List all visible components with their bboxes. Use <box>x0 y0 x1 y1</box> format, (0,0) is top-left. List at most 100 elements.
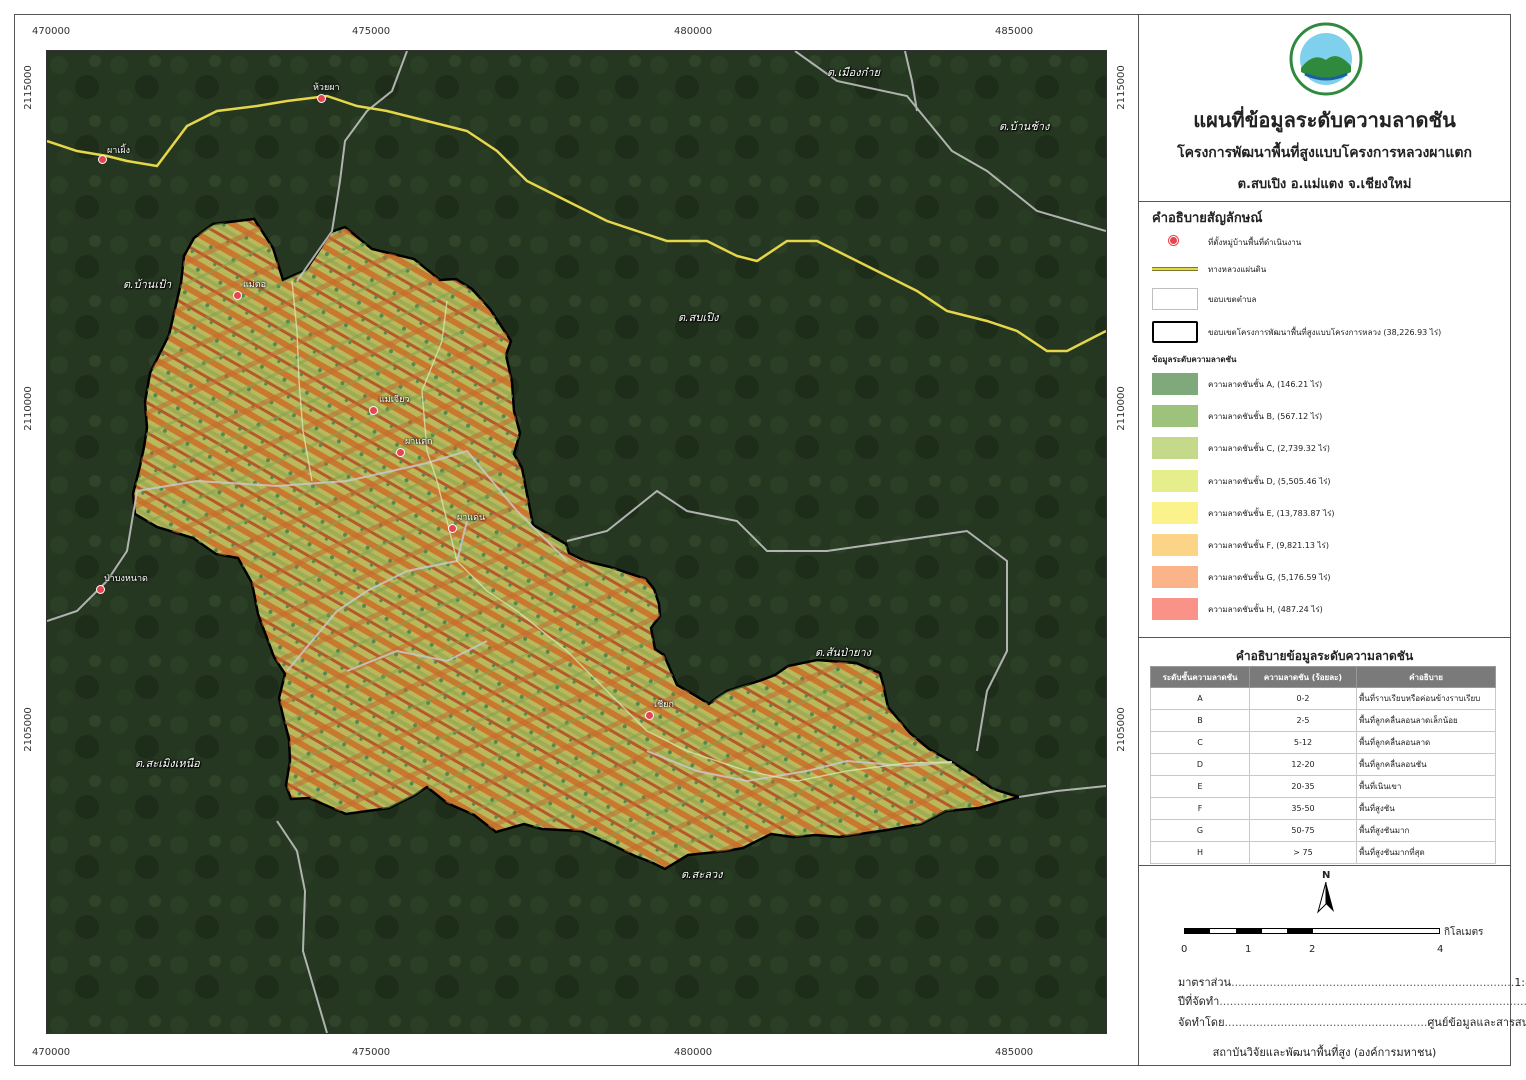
scale-unit: กิโลเมตร <box>1444 927 1484 938</box>
legend-label: ความลาดชันชั้น B, (567.12 ไร่) <box>1208 412 1323 422</box>
grid-x-label-top: 480000 <box>674 26 713 37</box>
table-row: G 50-75 พื้นที่สูงชันมาก <box>1150 819 1496 842</box>
table-cell: พื้นที่สูงชัน <box>1356 797 1496 820</box>
table-header: คำอธิบาย <box>1356 666 1496 688</box>
highway-symbol <box>1152 267 1198 271</box>
village-marker-icon[interactable] <box>317 94 326 103</box>
village-marker-icon[interactable] <box>645 711 654 720</box>
slope-color-swatch <box>1152 437 1198 460</box>
north-arrow-icon <box>1317 882 1334 914</box>
table-row: C 5-12 พื้นที่ลูกคลื่นลอนลาด <box>1150 731 1496 754</box>
project-boundary-symbol <box>1152 321 1198 343</box>
slope-color-swatch <box>1152 598 1198 621</box>
legend-label: ความลาดชันชั้น G, (5,176.59 ไร่) <box>1208 573 1331 583</box>
village-marker-icon[interactable] <box>96 585 105 594</box>
divider <box>1138 201 1511 202</box>
village-marker-icon[interactable] <box>448 524 457 533</box>
legend-label: ความลาดชันชั้น D, (5,505.46 ไร่) <box>1208 476 1331 486</box>
village-label: ผาแตก <box>405 437 433 447</box>
table-row: F 35-50 พื้นที่สูงชัน <box>1150 797 1496 820</box>
table-row: A 0-2 พื้นที่ราบเรียบหรือค่อนข้างราบเรียบ <box>1150 687 1496 710</box>
grid-x-label-top: 485000 <box>995 26 1034 37</box>
map-svg <box>47 51 1106 1033</box>
subdistrict-label-ban-chang: ต.บ้านช้าง <box>999 120 1050 133</box>
legend-label: ขอบเขตโครงการพัฒนาพื้นที่สูงแบบโครงการหล… <box>1208 328 1442 337</box>
legend-label: ความลาดชันชั้น H, (487.24 ไร่) <box>1208 605 1323 615</box>
table-header: ระดับชั้นความลาดชัน <box>1150 666 1250 688</box>
table-cell: 50-75 <box>1249 819 1357 842</box>
table-cell: E <box>1150 775 1250 798</box>
village-label: ผาเผิ้ง <box>107 146 131 156</box>
map-location: ต.สบเปิง อ.แม่แตง จ.เชียงใหม่ <box>1237 177 1412 192</box>
meta-scale: มาตราส่วน...............................… <box>1178 973 1526 991</box>
subdistrict-label-mueang-kai: ต.เมืองก๋าย <box>827 66 880 79</box>
grid-y-label-right: 2110000 <box>1115 386 1127 431</box>
grid-x-label-bottom: 480000 <box>674 1047 713 1058</box>
table-row: B 2-5 พื้นที่ลูกคลื่นลอนลาดเล็กน้อย <box>1150 709 1496 732</box>
map-subtitle: โครงการพัฒนาพื้นที่สูงแบบโครงการหลวงผาแต… <box>1177 145 1472 161</box>
table-cell: พื้นที่ลูกคลื่นลอนลาด <box>1356 731 1496 754</box>
footer-institute: สถาบันวิจัยและพัฒนาพื้นที่สูง (องค์การมห… <box>1212 1046 1437 1059</box>
subdistrict-label-sop-poeng: ต.สบเปิง <box>678 311 719 324</box>
table-cell: 2-5 <box>1249 709 1357 732</box>
scale-tick-label: 2 <box>1309 944 1316 955</box>
grid-x-label-bottom: 470000 <box>32 1047 71 1058</box>
scale-bar-segment <box>1287 929 1313 933</box>
slope-table: ระดับชั้นความลาดชัน ความลาดชัน (ร้อยละ) … <box>1150 666 1496 864</box>
table-cell: F <box>1150 797 1250 820</box>
village-label: แม่เจียว <box>379 395 410 405</box>
table-cell: 35-50 <box>1249 797 1357 820</box>
map-title: แผนที่ข้อมูลระดับความลาดชัน <box>1193 108 1456 132</box>
map-canvas[interactable]: ต.เมืองก๋าย ต.บ้านช้าง ต.บ้านเป้า ต.สบเป… <box>46 50 1107 1034</box>
legend-label: ที่ตั้งหมู่บ้านพื้นที่ดำเนินงาน <box>1208 238 1302 247</box>
meta-author-value: ศูนย์ข้อมูลและสารสนเทศ <box>1427 1016 1526 1029</box>
village-marker-icon[interactable] <box>233 291 242 300</box>
village-marker-icon[interactable] <box>369 406 378 415</box>
table-cell: > 75 <box>1249 841 1357 864</box>
table-row: D 12-20 พื้นที่ลูกคลื่นลอนชัน <box>1150 753 1496 776</box>
table-cell: พื้นที่ราบเรียบหรือค่อนข้างราบเรียบ <box>1356 687 1496 710</box>
table-cell: พื้นที่ลูกคลื่นลอนลาดเล็กน้อย <box>1356 709 1496 732</box>
scale-bar-segment <box>1185 929 1210 933</box>
meta-scale-label: มาตราส่วน <box>1178 976 1232 989</box>
village-marker-icon[interactable] <box>98 155 107 164</box>
village-label: ป่าบงหนาด <box>104 574 148 584</box>
grid-y-label-right: 2115000 <box>1115 65 1127 110</box>
divider <box>1138 865 1511 866</box>
divider <box>1138 637 1511 638</box>
table-row: H > 75 พื้นที่สูงชันมากที่สุด <box>1150 841 1496 864</box>
table-cell: พื้นที่สูงชันมากที่สุด <box>1356 841 1496 864</box>
north-label: N <box>1322 870 1331 881</box>
subdistrict-label-ban-pao: ต.บ้านเป้า <box>123 278 172 291</box>
village-label: ห้วยผา <box>313 83 340 93</box>
grid-y-label-left: 2105000 <box>22 707 34 752</box>
institute-logo <box>1289 22 1363 96</box>
table-cell: 12-20 <box>1249 753 1357 776</box>
scale-tick-label: 0 <box>1181 944 1188 955</box>
slope-color-swatch <box>1152 469 1198 492</box>
legend-label: ความลาดชันชั้น A, (146.21 ไร่) <box>1208 380 1323 389</box>
legend-heading: คำอธิบายสัญลักษณ์ <box>1152 211 1263 226</box>
table-cell: D <box>1150 753 1250 776</box>
slope-table-title: คำอธิบายข้อมูลระดับความลาดชัน <box>1235 649 1414 663</box>
grid-x-label-bottom: 485000 <box>995 1047 1034 1058</box>
village-label: เชียก <box>654 700 674 710</box>
scale-tick-label: 4 <box>1437 944 1444 955</box>
grid-y-label-left: 2110000 <box>22 386 34 431</box>
table-header: ความลาดชัน (ร้อยละ) <box>1249 666 1357 688</box>
subdistrict-boundary-symbol <box>1152 288 1198 310</box>
table-cell: 5-12 <box>1249 731 1357 754</box>
table-cell: C <box>1150 731 1250 754</box>
subdistrict-label-saluang: ต.สะลวง <box>681 868 723 881</box>
scale-bar-segment <box>1236 929 1262 933</box>
table-cell: B <box>1150 709 1250 732</box>
village-label: แม่ตอ <box>243 280 266 290</box>
meta-scale-value: 1:80,000 <box>1514 976 1526 989</box>
legend-label: ความลาดชันชั้น C, (2,739.32 ไร่) <box>1208 444 1330 454</box>
village-marker-icon[interactable] <box>396 448 405 457</box>
table-cell: พื้นที่เนินเขา <box>1356 775 1496 798</box>
legend-label: ความลาดชันชั้น F, (9,821.13 ไร่) <box>1208 541 1329 550</box>
grid-x-label-top: 470000 <box>32 26 71 37</box>
scale-tick-label: 1 <box>1245 944 1252 955</box>
table-cell: H <box>1150 841 1250 864</box>
